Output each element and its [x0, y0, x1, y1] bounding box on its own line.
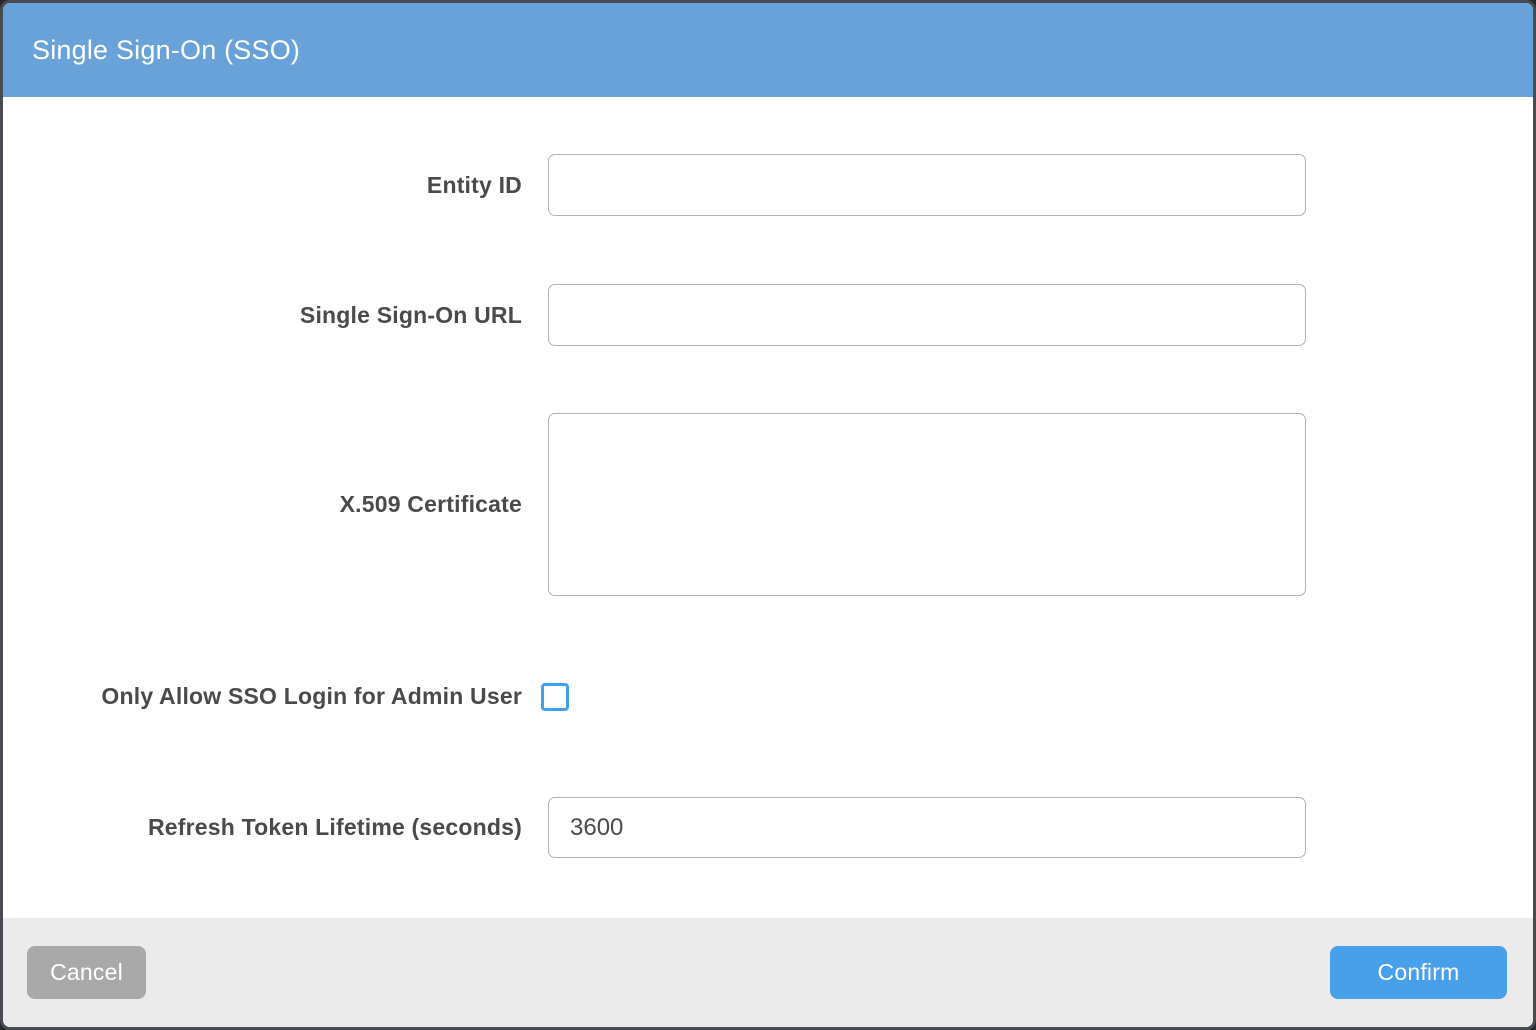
cancel-button[interactable]: Cancel	[27, 946, 146, 999]
sso-dialog: Single Sign-On (SSO) Entity ID Single Si…	[0, 0, 1536, 1030]
refresh-token-lifetime-row: Refresh Token Lifetime (seconds)	[3, 797, 1533, 858]
entity-id-input[interactable]	[548, 154, 1306, 216]
confirm-button[interactable]: Confirm	[1330, 946, 1507, 999]
dialog-header: Single Sign-On (SSO)	[3, 3, 1533, 97]
sso-admin-only-label: Only Allow SSO Login for Admin User	[3, 683, 522, 710]
sso-admin-only-checkbox[interactable]	[541, 683, 569, 711]
sso-url-field-wrap	[548, 284, 1306, 346]
x509-certificate-field-wrap	[548, 413, 1306, 596]
sso-url-input[interactable]	[548, 284, 1306, 346]
entity-id-row: Entity ID	[3, 154, 1533, 216]
x509-certificate-row: X.509 Certificate	[3, 413, 1533, 596]
sso-admin-only-row: Only Allow SSO Login for Admin User	[3, 682, 1533, 711]
entity-id-label: Entity ID	[3, 172, 522, 199]
refresh-token-lifetime-field-wrap	[548, 797, 1306, 858]
x509-certificate-label: X.509 Certificate	[3, 491, 522, 518]
x509-certificate-textarea[interactable]	[548, 413, 1306, 596]
dialog-body: Entity ID Single Sign-On URL X.509 Certi…	[3, 97, 1533, 918]
sso-url-label: Single Sign-On URL	[3, 302, 522, 329]
dialog-title: Single Sign-On (SSO)	[32, 35, 300, 66]
dialog-footer: Cancel Confirm	[3, 918, 1533, 1027]
refresh-token-lifetime-input[interactable]	[548, 797, 1306, 858]
sso-url-row: Single Sign-On URL	[3, 284, 1533, 346]
refresh-token-lifetime-label: Refresh Token Lifetime (seconds)	[3, 814, 522, 841]
entity-id-field-wrap	[548, 154, 1306, 216]
